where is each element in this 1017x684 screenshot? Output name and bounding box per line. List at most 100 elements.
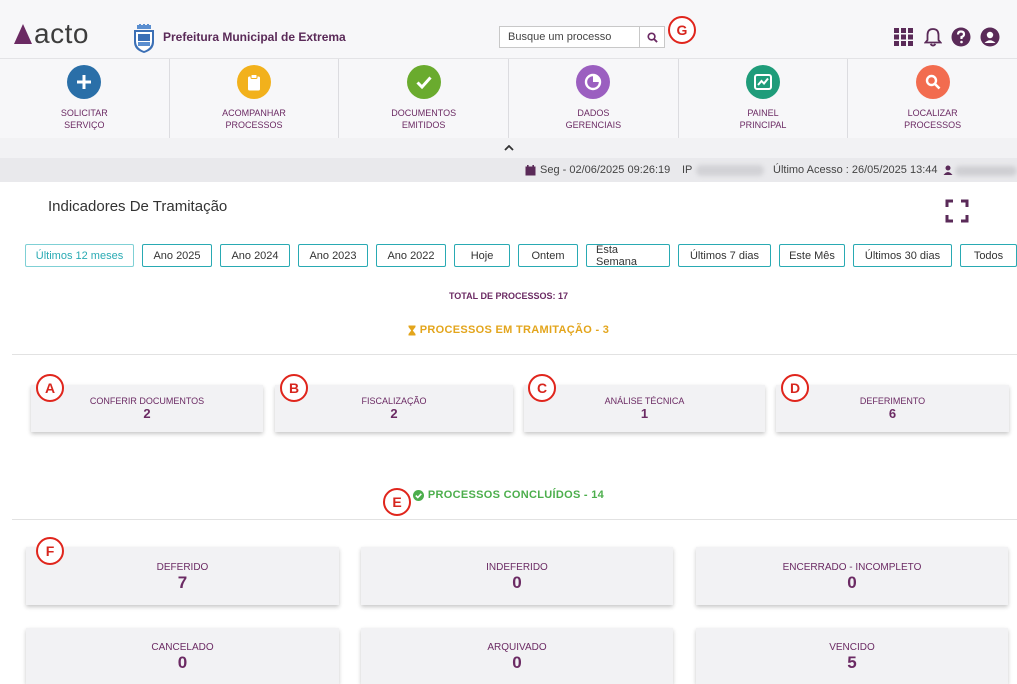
nav-dados-gerenciais[interactable]: DADOS GERENCIAIS <box>509 59 679 138</box>
session-info-bar: Seg - 02/06/2025 09:26:19 IP Último Aces… <box>0 158 1017 182</box>
help-button[interactable] <box>950 26 972 48</box>
nav-acompanhar-processos[interactable]: ACOMPANHAR PROCESSOS <box>170 59 340 138</box>
total-processes: TOTAL DE PROCESSOS: 17 <box>0 291 1017 301</box>
section-divider <box>12 354 1017 355</box>
filter-ultimos-12-meses[interactable]: Últimos 12 meses <box>25 244 134 267</box>
nav-label: SOLICITAR SERVIÇO <box>60 108 108 130</box>
card-conferir-documentos[interactable]: CONFERIR DOCUMENTOS 2 <box>31 385 263 432</box>
nav-label: ACOMPANHAR PROCESSOS <box>222 108 286 130</box>
card-deferido[interactable]: DEFERIDO 7 <box>26 547 339 605</box>
nav-localizar-processos[interactable]: LOCALIZAR PROCESSOS <box>848 59 1017 138</box>
ip-value-redacted <box>696 165 764 176</box>
card-value: 0 <box>847 573 857 592</box>
nav-circle <box>406 65 441 99</box>
search-icon <box>646 31 658 43</box>
filter-ano-2024[interactable]: Ano 2024 <box>220 244 290 267</box>
card-label: CANCELADO <box>151 642 214 653</box>
card-fiscalizacao[interactable]: FISCALIZAÇÃO 2 <box>275 385 513 432</box>
card-vencido[interactable]: VENCIDO 5 <box>696 628 1008 684</box>
bell-icon <box>924 28 942 47</box>
user-icon <box>943 165 952 175</box>
total-value: 17 <box>558 291 569 301</box>
chevron-up-icon <box>503 145 514 151</box>
filter-ano-2022[interactable]: Ano 2022 <box>376 244 446 267</box>
card-value: 2 <box>390 406 398 421</box>
nav-circle <box>915 65 950 99</box>
card-encerrado-incompleto[interactable]: ENCERRADO - INCOMPLETO 0 <box>696 547 1008 605</box>
card-value: 0 <box>177 653 188 672</box>
acto-logo-mark-icon <box>14 24 32 44</box>
section-divider <box>12 519 1017 520</box>
collapse-nav-toggle[interactable] <box>0 138 1017 158</box>
ip-label: IP <box>682 164 693 176</box>
page-title: Indicadores De Tramitação <box>48 198 228 215</box>
search-icon <box>925 74 941 90</box>
org-name: Prefeitura Municipal de Extrema <box>163 30 346 44</box>
plus-icon <box>77 75 92 89</box>
card-label: DEFERIDO <box>156 562 209 573</box>
user-menu-button[interactable] <box>979 26 1001 48</box>
process-search-input[interactable] <box>500 27 639 47</box>
nav-label: DOCUMENTOS EMITIDOS <box>391 108 457 130</box>
pie-chart-icon <box>585 73 602 91</box>
last-access: Último Acesso : 26/05/2025 13:44 <box>773 164 953 176</box>
nav-circle <box>576 65 611 99</box>
card-arquivado[interactable]: ARQUIVADO 0 <box>361 628 673 684</box>
nav-circle <box>237 65 271 99</box>
section-em-tramitacao-title: PROCESSOS EM TRAMITAÇÃO - 3 <box>419 324 610 336</box>
filter-todos[interactable]: Todos <box>960 244 1017 267</box>
acto-logo[interactable]: acto <box>14 20 89 48</box>
last-access-text: Último Acesso : 26/05/2025 13:44 <box>773 164 938 176</box>
apps-grid-button[interactable] <box>892 26 914 48</box>
card-value: 7 <box>177 573 188 592</box>
filter-hoje[interactable]: Hoje <box>454 244 510 267</box>
period-filters: Últimos 12 meses Ano 2025 Ano 2024 Ano 2… <box>25 244 1017 268</box>
username-redacted <box>955 166 1017 176</box>
annotation-marker-a: A <box>36 374 64 402</box>
line-chart-icon <box>754 74 773 90</box>
current-date: Seg - 02/06/2025 09:26:19 <box>525 164 670 176</box>
nav-documentos-emitidos[interactable]: DOCUMENTOS EMITIDOS <box>339 59 510 138</box>
hourglass-icon <box>408 325 416 335</box>
help-icon <box>951 27 971 47</box>
card-indeferido[interactable]: INDEFERIDO 0 <box>361 547 673 605</box>
card-value: 0 <box>512 653 522 672</box>
card-value: 5 <box>847 653 857 672</box>
card-value: 1 <box>640 406 649 421</box>
nav-painel-principal[interactable]: PAINEL PRINCIPAL <box>679 59 849 138</box>
filter-ano-2023[interactable]: Ano 2023 <box>298 244 368 267</box>
filter-esta-semana[interactable]: Esta Semana <box>586 244 670 268</box>
annotation-marker-b: B <box>280 374 308 402</box>
nav-circle <box>67 65 102 99</box>
nav-circle <box>746 65 781 99</box>
filter-ontem[interactable]: Ontem <box>518 244 578 267</box>
card-label: ARQUIVADO <box>487 642 547 653</box>
card-label: ANÁLISE TÉCNICA <box>604 396 685 406</box>
fullscreen-button[interactable] <box>945 199 969 223</box>
notifications-button[interactable] <box>922 26 944 48</box>
filter-ultimos-7-dias[interactable]: Últimos 7 dias <box>678 244 771 267</box>
total-label: TOTAL DE PROCESSOS: <box>448 291 556 301</box>
section-em-tramitacao: PROCESSOS EM TRAMITAÇÃO - 3 <box>0 324 1017 336</box>
nav-solicitar-servico[interactable]: SOLICITAR SERVIÇO <box>0 59 170 138</box>
filter-este-mes[interactable]: Este Mês <box>779 244 845 267</box>
card-analise-tecnica[interactable]: ANÁLISE TÉCNICA 1 <box>524 385 765 432</box>
filter-ultimos-30-dias[interactable]: Últimos 30 dias <box>853 244 952 267</box>
card-value: 6 <box>888 406 897 421</box>
expand-icon <box>945 199 969 223</box>
annotation-marker-e: E <box>383 488 411 516</box>
logo-text: acto <box>34 18 89 49</box>
card-cancelado[interactable]: CANCELADO 0 <box>26 628 339 684</box>
card-label: CONFERIR DOCUMENTOS <box>89 396 205 406</box>
nav-label: LOCALIZAR PROCESSOS <box>904 108 962 130</box>
process-search <box>499 26 665 48</box>
card-label: VENCIDO <box>829 642 875 653</box>
card-label: INDEFERIDO <box>486 562 548 573</box>
clipboard-icon <box>248 73 260 90</box>
filter-ano-2025[interactable]: Ano 2025 <box>142 244 212 267</box>
card-deferimento[interactable]: DEFERIMENTO 6 <box>776 385 1009 432</box>
annotation-marker-c: C <box>528 374 556 402</box>
search-button[interactable] <box>639 27 664 47</box>
annotation-marker-f: F <box>36 537 64 565</box>
calendar-icon <box>525 164 536 175</box>
